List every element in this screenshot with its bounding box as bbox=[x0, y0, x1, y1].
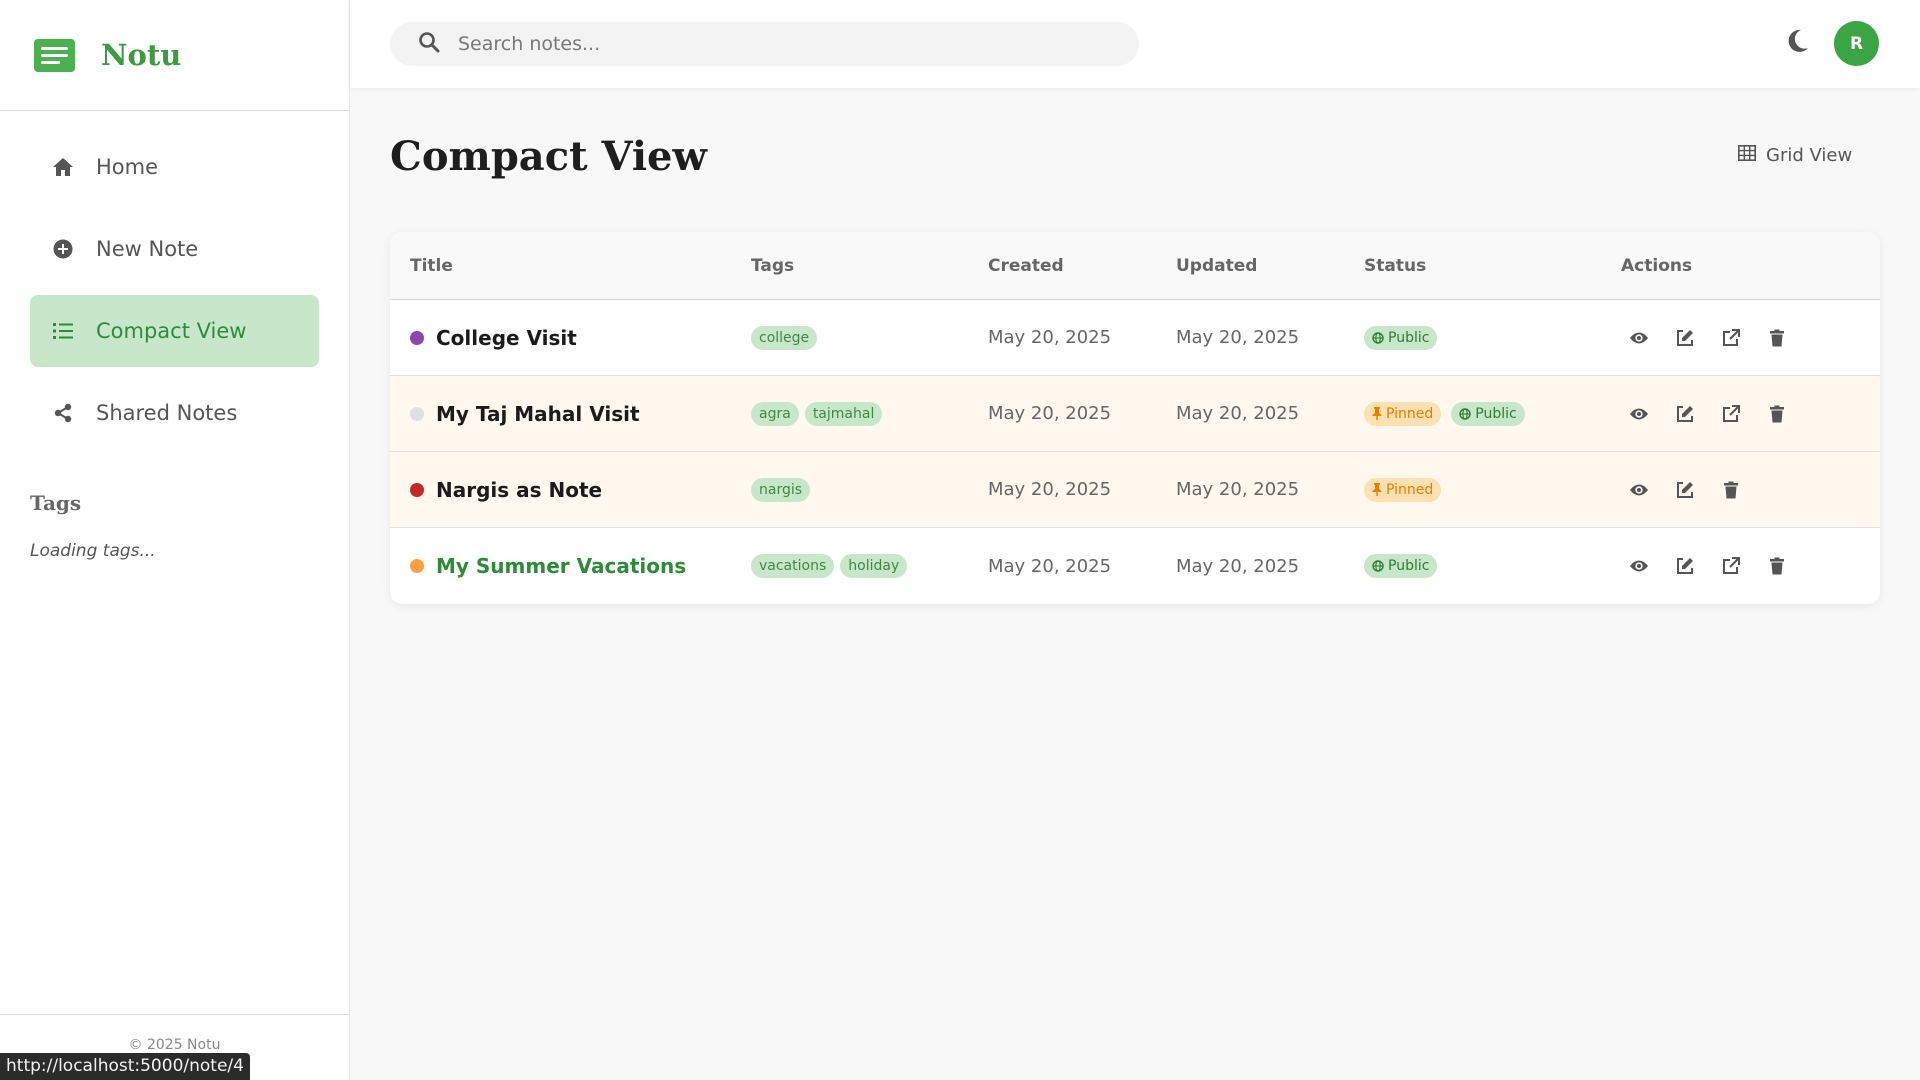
delete-icon[interactable] bbox=[1767, 556, 1787, 576]
brand[interactable]: Notu bbox=[0, 0, 349, 111]
theme-toggle-button[interactable] bbox=[1782, 27, 1814, 59]
browser-status-url: http://localhost:5000/note/4 bbox=[0, 1053, 250, 1080]
note-color-dot bbox=[410, 559, 424, 573]
tags-loading-text: Loading tags... bbox=[30, 541, 156, 561]
table-row[interactable]: Nargis as Note nargis May 20, 2025 May 2… bbox=[390, 452, 1880, 528]
updated-date: May 20, 2025 bbox=[1176, 479, 1300, 500]
note-title-link[interactable]: My Summer Vacations bbox=[436, 554, 686, 578]
note-color-dot bbox=[410, 482, 424, 497]
column-header-tags: Tags bbox=[751, 255, 795, 276]
created-date: May 20, 2025 bbox=[988, 555, 1112, 577]
table-row[interactable]: My Summer Vacations vacations holiday Ma… bbox=[390, 528, 1880, 604]
note-color-dot bbox=[410, 406, 424, 421]
brand-name: Notu bbox=[101, 38, 182, 72]
edit-icon[interactable] bbox=[1675, 556, 1695, 576]
column-header-updated[interactable]: Updated bbox=[1176, 256, 1364, 276]
edit-icon[interactable] bbox=[1675, 404, 1695, 424]
tag-chip[interactable]: holiday bbox=[840, 554, 908, 578]
view-icon[interactable] bbox=[1629, 480, 1649, 500]
delete-icon[interactable] bbox=[1767, 404, 1787, 424]
edit-icon[interactable] bbox=[1675, 328, 1695, 348]
grid-view-label: Grid View bbox=[1766, 145, 1853, 166]
sidebar-item-label: Shared Notes bbox=[96, 401, 238, 425]
column-header-created[interactable]: Created bbox=[988, 256, 1176, 276]
public-badge: Public bbox=[1364, 325, 1438, 350]
view-icon[interactable] bbox=[1629, 328, 1649, 348]
globe-icon bbox=[1459, 407, 1471, 420]
created-date: May 20, 2025 bbox=[988, 327, 1112, 348]
updated-date: May 20, 2025 bbox=[1176, 555, 1300, 577]
note-title-link[interactable]: College Visit bbox=[436, 326, 577, 350]
sidebar-nav: Home New Note Compact View Shared Notes bbox=[0, 111, 349, 449]
sidebar-item-label: Home bbox=[96, 155, 159, 179]
pin-icon bbox=[1372, 483, 1382, 496]
view-icon[interactable] bbox=[1629, 404, 1649, 424]
search-bar[interactable] bbox=[390, 22, 1139, 66]
note-color-dot bbox=[410, 330, 424, 345]
grid-view-button[interactable]: Grid View bbox=[1738, 145, 1852, 166]
search-input[interactable] bbox=[458, 33, 1098, 55]
top-bar: R bbox=[350, 0, 1920, 88]
globe-icon bbox=[1372, 331, 1384, 344]
note-title-link[interactable]: My Taj Mahal Visit bbox=[436, 402, 640, 426]
share-link-icon[interactable] bbox=[1721, 556, 1741, 576]
plus-circle-icon bbox=[50, 236, 76, 262]
share-link-icon[interactable] bbox=[1721, 328, 1741, 348]
sidebar-item-new-note[interactable]: New Note bbox=[30, 213, 319, 285]
sidebar: Notu Home New Note Compact View Shared N… bbox=[0, 0, 350, 1080]
public-badge: Public bbox=[1364, 554, 1438, 578]
column-header-actions: Actions bbox=[1621, 255, 1693, 276]
notes-table: Title Tags Created Updated Status Action… bbox=[390, 232, 1880, 604]
sidebar-item-label: New Note bbox=[96, 237, 199, 261]
note-title-link[interactable]: Nargis as Note bbox=[436, 478, 602, 502]
sidebar-item-shared-notes[interactable]: Shared Notes bbox=[30, 377, 319, 449]
tag-chip[interactable]: tajmahal bbox=[804, 401, 883, 426]
created-date: May 20, 2025 bbox=[988, 403, 1112, 424]
public-badge: Public bbox=[1451, 401, 1525, 426]
table-row[interactable]: College Visit college May 20, 2025 May 2… bbox=[390, 300, 1880, 376]
tags-heading: Tags bbox=[30, 491, 82, 515]
tag-chip[interactable]: vacations bbox=[751, 554, 835, 578]
pinned-badge: Pinned bbox=[1364, 477, 1442, 502]
created-date: May 20, 2025 bbox=[988, 479, 1112, 500]
edit-icon[interactable] bbox=[1675, 480, 1695, 500]
search-icon bbox=[418, 31, 440, 57]
grid-icon bbox=[1738, 145, 1756, 166]
user-avatar[interactable]: R bbox=[1834, 21, 1879, 66]
globe-icon bbox=[1372, 560, 1384, 572]
column-header-status: Status bbox=[1364, 255, 1427, 276]
updated-date: May 20, 2025 bbox=[1176, 327, 1300, 348]
sidebar-item-home[interactable]: Home bbox=[30, 131, 319, 203]
column-header-title[interactable]: Title bbox=[390, 256, 750, 276]
sidebar-item-label: Compact View bbox=[96, 319, 247, 343]
moon-icon bbox=[1787, 29, 1809, 57]
updated-date: May 20, 2025 bbox=[1176, 403, 1300, 424]
tag-chip[interactable]: agra bbox=[751, 401, 799, 426]
home-icon bbox=[50, 154, 76, 180]
view-icon[interactable] bbox=[1629, 556, 1649, 576]
pinned-badge: Pinned bbox=[1364, 401, 1442, 426]
share-link-icon[interactable] bbox=[1721, 404, 1741, 424]
pin-icon bbox=[1372, 407, 1382, 420]
delete-icon[interactable] bbox=[1721, 480, 1741, 500]
tag-chip[interactable]: college bbox=[751, 325, 818, 350]
list-icon bbox=[50, 318, 76, 344]
table-row[interactable]: My Taj Mahal Visit agra tajmahal May 20,… bbox=[390, 376, 1880, 452]
notes-logo-icon bbox=[34, 38, 75, 72]
table-header: Title Tags Created Updated Status Action… bbox=[390, 232, 1880, 300]
page-title: Compact View bbox=[390, 133, 707, 180]
sidebar-item-compact-view[interactable]: Compact View bbox=[30, 295, 319, 367]
tag-chip[interactable]: nargis bbox=[751, 477, 811, 502]
share-icon bbox=[50, 400, 76, 426]
delete-icon[interactable] bbox=[1767, 328, 1787, 348]
